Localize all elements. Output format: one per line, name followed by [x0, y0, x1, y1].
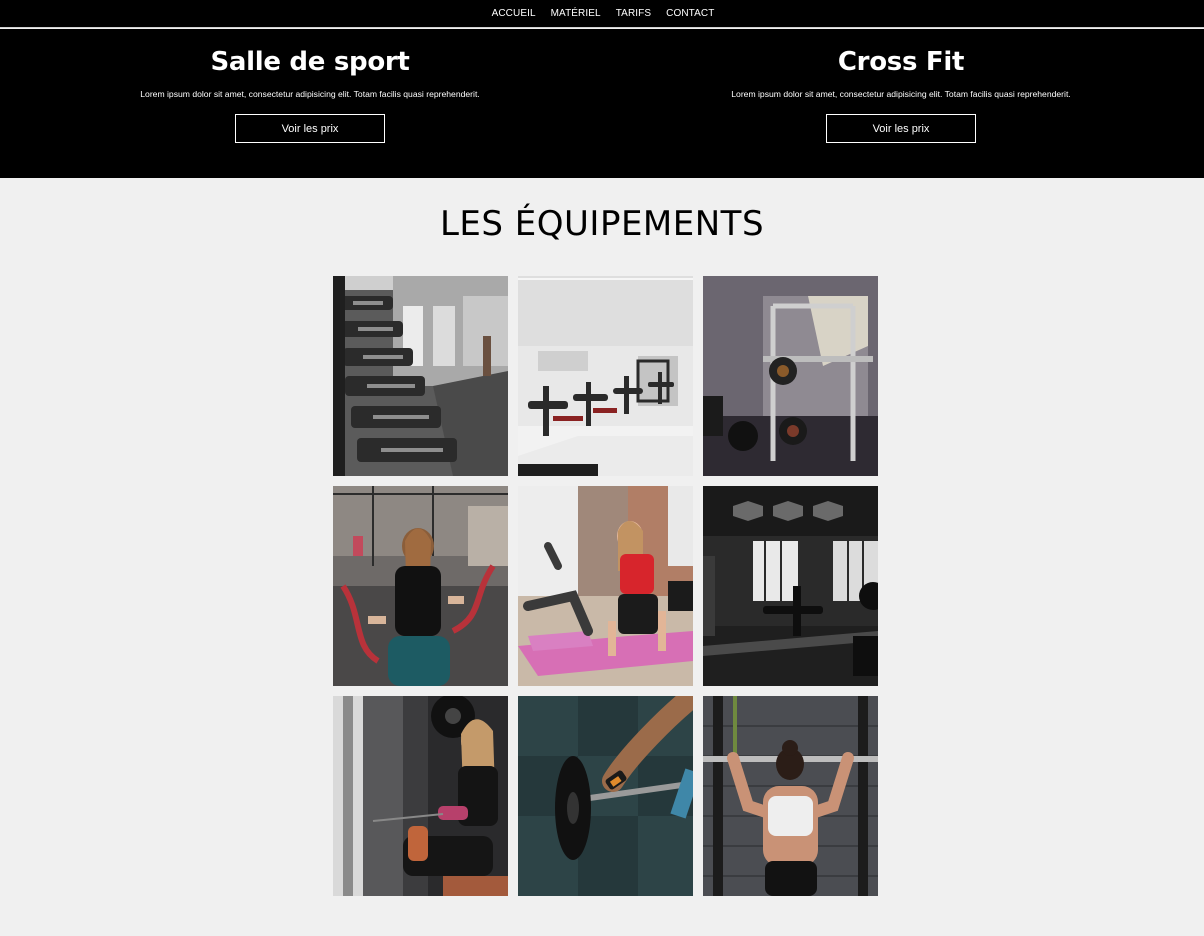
nav-link-contact[interactable]: CONTACT [666, 8, 714, 20]
hero-block-cross-fit: Cross Fit Lorem ipsum dolor sit amet, co… [600, 29, 1202, 178]
bright-gym-bikes-photo [518, 276, 693, 476]
barbell-lift-photo [518, 696, 693, 896]
pull-up-woman-photo [703, 696, 878, 896]
battle-ropes-photo [333, 486, 508, 686]
equipment-gallery [333, 276, 878, 896]
top-nav: ACCUEIL MATÉRIEL TARIFS CONTACT [0, 0, 1204, 28]
hero-description: Lorem ipsum dolor sit amet, consectetur … [140, 89, 480, 99]
hero-banner: Salle de sport Lorem ipsum dolor sit ame… [0, 29, 1204, 178]
cable-machine-woman-photo [333, 696, 508, 896]
squat-rack-photo [703, 276, 878, 476]
nav-link-tarifs[interactable]: TARIFS [616, 8, 651, 20]
hero-block-salle-de-sport: Salle de sport Lorem ipsum dolor sit ame… [9, 29, 611, 178]
hero-description: Lorem ipsum dolor sit amet, consectetur … [731, 89, 1071, 99]
equipment-section-title: LES ÉQUIPEMENTS [439, 204, 765, 244]
see-prices-button[interactable]: Voir les prix [235, 114, 385, 143]
nav-link-materiel[interactable]: MATÉRIEL [551, 8, 601, 20]
dark-gym-machines-photo [703, 486, 878, 686]
hero-title: Cross Fit [837, 47, 965, 77]
see-prices-button[interactable]: Voir les prix [826, 114, 976, 143]
nav-link-accueil[interactable]: ACCUEIL [492, 8, 536, 20]
dumbbell-rack-photo [333, 276, 508, 476]
yoga-mat-workout-photo [518, 486, 693, 686]
hero-title: Salle de sport [210, 47, 410, 77]
